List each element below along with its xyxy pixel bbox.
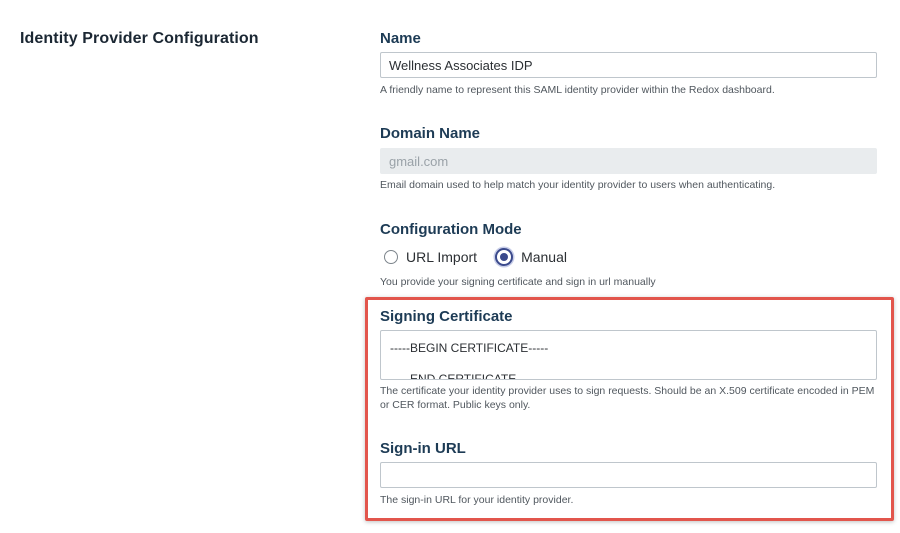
radio-manual-checked[interactable] xyxy=(495,248,514,266)
domain-name-input xyxy=(380,148,877,174)
sign-in-url-help: The sign-in URL for your identity provid… xyxy=(380,494,574,506)
signing-certificate-label: Signing Certificate xyxy=(380,308,513,325)
certificate-begin-line: -----BEGIN CERTIFICATE----- xyxy=(390,341,549,355)
domain-name-label: Domain Name xyxy=(380,125,481,142)
signing-certificate-textarea[interactable]: -----BEGIN CERTIFICATE----- -----END CER… xyxy=(380,330,877,380)
radio-label-url-import: URL Import xyxy=(406,249,478,265)
sign-in-url-input[interactable] xyxy=(380,462,877,488)
certificate-end-line: -----END CERTIFICATE----- xyxy=(390,372,537,380)
name-label: Name xyxy=(380,30,421,47)
radio-option-url-import[interactable]: URL Import xyxy=(384,249,477,265)
sign-in-url-label: Sign-in URL xyxy=(380,440,466,457)
section-title: Identity Provider Configuration xyxy=(20,30,259,47)
radio-url-import-unchecked[interactable] xyxy=(384,250,398,264)
radio-label-manual: Manual xyxy=(521,249,567,265)
configuration-mode-label: Configuration Mode xyxy=(380,221,522,238)
domain-name-help: Email domain used to help match your ide… xyxy=(380,179,776,191)
configuration-mode-help: You provide your signing certificate and… xyxy=(380,276,656,288)
name-help: A friendly name to represent this SAML i… xyxy=(380,84,775,96)
name-input[interactable] xyxy=(380,52,877,78)
radio-option-manual[interactable]: Manual xyxy=(495,248,567,266)
configuration-mode-radio-group: URL Import Manual xyxy=(384,248,585,266)
signing-certificate-help: The certificate your identity provider u… xyxy=(380,385,875,411)
